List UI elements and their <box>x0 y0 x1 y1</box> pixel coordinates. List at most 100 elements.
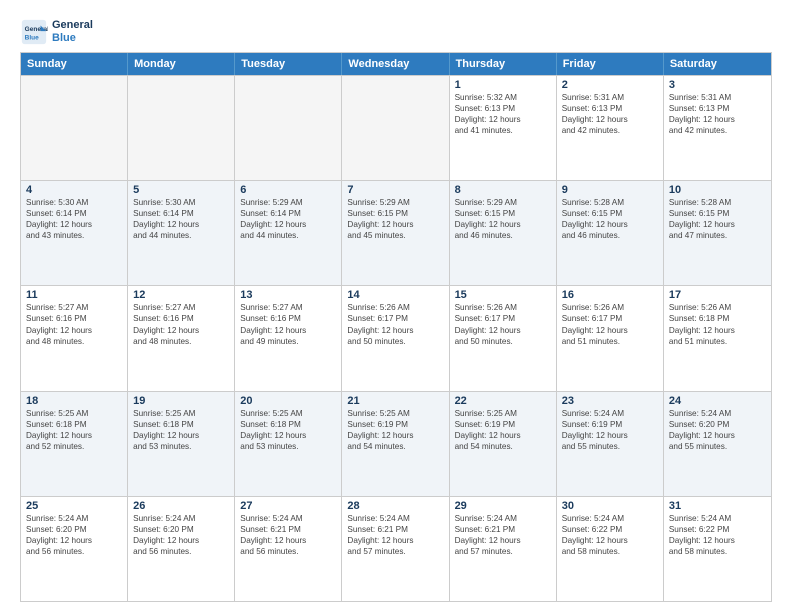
day-cell-1: 1Sunrise: 5:32 AM Sunset: 6:13 PM Daylig… <box>450 76 557 180</box>
day-info: Sunrise: 5:26 AM Sunset: 6:17 PM Dayligh… <box>562 302 658 346</box>
day-cell-6: 6Sunrise: 5:29 AM Sunset: 6:14 PM Daylig… <box>235 181 342 285</box>
day-info: Sunrise: 5:27 AM Sunset: 6:16 PM Dayligh… <box>240 302 336 346</box>
day-info: Sunrise: 5:28 AM Sunset: 6:15 PM Dayligh… <box>669 197 766 241</box>
day-number: 18 <box>26 395 122 407</box>
empty-cell <box>21 76 128 180</box>
day-info: Sunrise: 5:25 AM Sunset: 6:18 PM Dayligh… <box>133 408 229 452</box>
weekday-header-thursday: Thursday <box>450 53 557 75</box>
page: General Blue General Blue SundayMondayTu… <box>0 0 792 612</box>
day-cell-2: 2Sunrise: 5:31 AM Sunset: 6:13 PM Daylig… <box>557 76 664 180</box>
day-info: Sunrise: 5:32 AM Sunset: 6:13 PM Dayligh… <box>455 92 551 136</box>
day-number: 8 <box>455 184 551 196</box>
day-info: Sunrise: 5:24 AM Sunset: 6:20 PM Dayligh… <box>669 408 766 452</box>
day-cell-19: 19Sunrise: 5:25 AM Sunset: 6:18 PM Dayli… <box>128 392 235 496</box>
logo-icon: General Blue <box>20 18 48 46</box>
day-cell-10: 10Sunrise: 5:28 AM Sunset: 6:15 PM Dayli… <box>664 181 771 285</box>
day-info: Sunrise: 5:31 AM Sunset: 6:13 PM Dayligh… <box>669 92 766 136</box>
day-number: 6 <box>240 184 336 196</box>
day-cell-18: 18Sunrise: 5:25 AM Sunset: 6:18 PM Dayli… <box>21 392 128 496</box>
day-number: 16 <box>562 289 658 301</box>
cal-row-5: 25 Sunrise: 5:24 AM Sunset: 6:20 PM Dayli… <box>21 496 771 601</box>
day-info: Sunrise: 5:30 AM Sunset: 6:14 PM Dayligh… <box>133 197 229 241</box>
weekday-header-sunday: Sunday <box>21 53 128 75</box>
day-info: Sunrise: 5:24 AM Sunset: 6:22 PM Dayligh… <box>562 513 658 557</box>
day-cell-8: 8Sunrise: 5:29 AM Sunset: 6:15 PM Daylig… <box>450 181 557 285</box>
day-cell-15: 15Sunrise: 5:26 AM Sunset: 6:17 PM Dayli… <box>450 286 557 390</box>
day-number: 1 <box>455 79 551 91</box>
day-info: Sunrise: 5:24 AM Sunset: 6:21 PM Dayligh… <box>347 513 443 557</box>
day-number: 27 <box>240 500 336 512</box>
calendar-body: 1Sunrise: 5:32 AM Sunset: 6:13 PM Daylig… <box>21 75 771 601</box>
day-cell-31: 31Sunrise: 5:24 AM Sunset: 6:22 PM Dayli… <box>664 497 771 601</box>
day-cell-29: 29Sunrise: 5:24 AM Sunset: 6:21 PM Dayli… <box>450 497 557 601</box>
logo: General Blue General Blue <box>20 18 93 46</box>
day-cell-25: 25Sunrise: 5:24 AM Sunset: 6:20 PM Dayli… <box>21 497 128 601</box>
day-info: Sunrise: 5:25 AM Sunset: 6:19 PM Dayligh… <box>455 408 551 452</box>
day-cell-24: 24Sunrise: 5:24 AM Sunset: 6:20 PM Dayli… <box>664 392 771 496</box>
empty-cell <box>235 76 342 180</box>
day-number: 5 <box>133 184 229 196</box>
weekday-header-tuesday: Tuesday <box>235 53 342 75</box>
logo-text: General Blue <box>52 19 93 45</box>
day-cell-17: 17Sunrise: 5:26 AM Sunset: 6:18 PM Dayli… <box>664 286 771 390</box>
day-number: 11 <box>26 289 122 301</box>
empty-cell <box>128 76 235 180</box>
day-info: Sunrise: 5:26 AM Sunset: 6:17 PM Dayligh… <box>347 302 443 346</box>
day-info: Sunrise: 5:24 AM Sunset: 6:22 PM Dayligh… <box>669 513 766 557</box>
weekday-header-friday: Friday <box>557 53 664 75</box>
day-number: 29 <box>455 500 551 512</box>
day-cell-12: 12Sunrise: 5:27 AM Sunset: 6:16 PM Dayli… <box>128 286 235 390</box>
day-cell-7: 7Sunrise: 5:29 AM Sunset: 6:15 PM Daylig… <box>342 181 449 285</box>
day-cell-5: 5Sunrise: 5:30 AM Sunset: 6:14 PM Daylig… <box>128 181 235 285</box>
day-cell-14: 14Sunrise: 5:26 AM Sunset: 6:17 PM Dayli… <box>342 286 449 390</box>
day-info: Sunrise: 5:31 AM Sunset: 6:13 PM Dayligh… <box>562 92 658 136</box>
day-number: 15 <box>455 289 551 301</box>
day-cell-22: 22Sunrise: 5:25 AM Sunset: 6:19 PM Dayli… <box>450 392 557 496</box>
day-number: 26 <box>133 500 229 512</box>
day-cell-23: 23Sunrise: 5:24 AM Sunset: 6:19 PM Dayli… <box>557 392 664 496</box>
weekday-header-wednesday: Wednesday <box>342 53 449 75</box>
day-info: Sunrise: 5:24 AM Sunset: 6:20 PM Dayligh… <box>133 513 229 557</box>
day-info: Sunrise: 5:24 AM Sunset: 6:21 PM Dayligh… <box>455 513 551 557</box>
day-info: Sunrise: 5:26 AM Sunset: 6:17 PM Dayligh… <box>455 302 551 346</box>
day-cell-16: 16Sunrise: 5:26 AM Sunset: 6:17 PM Dayli… <box>557 286 664 390</box>
day-number: 28 <box>347 500 443 512</box>
weekday-header-saturday: Saturday <box>664 53 771 75</box>
day-info: Sunrise: 5:24 AM Sunset: 6:19 PM Dayligh… <box>562 408 658 452</box>
day-cell-9: 9Sunrise: 5:28 AM Sunset: 6:15 PM Daylig… <box>557 181 664 285</box>
day-info: Sunrise: 5:27 AM Sunset: 6:16 PM Dayligh… <box>26 302 122 346</box>
day-cell-27: 27Sunrise: 5:24 AM Sunset: 6:21 PM Dayli… <box>235 497 342 601</box>
day-number: 24 <box>669 395 766 407</box>
day-info: Sunrise: 5:30 AM Sunset: 6:14 PM Dayligh… <box>26 197 122 241</box>
day-cell-4: 4Sunrise: 5:30 AM Sunset: 6:14 PM Daylig… <box>21 181 128 285</box>
day-number: 3 <box>669 79 766 91</box>
day-number: 17 <box>669 289 766 301</box>
day-number: 20 <box>240 395 336 407</box>
day-info: Sunrise: 5:29 AM Sunset: 6:15 PM Dayligh… <box>455 197 551 241</box>
day-cell-3: 3Sunrise: 5:31 AM Sunset: 6:13 PM Daylig… <box>664 76 771 180</box>
cal-row-4: 18 Sunrise: 5:25 AM Sunset: 6:18 PM Dayli… <box>21 391 771 496</box>
day-number: 30 <box>562 500 658 512</box>
calendar: SundayMondayTuesdayWednesdayThursdayFrid… <box>20 52 772 602</box>
day-number: 31 <box>669 500 766 512</box>
svg-text:Blue: Blue <box>25 34 39 41</box>
day-number: 14 <box>347 289 443 301</box>
day-cell-30: 30Sunrise: 5:24 AM Sunset: 6:22 PM Dayli… <box>557 497 664 601</box>
day-cell-13: 13Sunrise: 5:27 AM Sunset: 6:16 PM Dayli… <box>235 286 342 390</box>
day-number: 10 <box>669 184 766 196</box>
day-cell-28: 28Sunrise: 5:24 AM Sunset: 6:21 PM Dayli… <box>342 497 449 601</box>
day-info: Sunrise: 5:29 AM Sunset: 6:15 PM Dayligh… <box>347 197 443 241</box>
day-cell-21: 21Sunrise: 5:25 AM Sunset: 6:19 PM Dayli… <box>342 392 449 496</box>
day-info: Sunrise: 5:26 AM Sunset: 6:18 PM Dayligh… <box>669 302 766 346</box>
day-number: 9 <box>562 184 658 196</box>
day-number: 4 <box>26 184 122 196</box>
empty-cell <box>342 76 449 180</box>
day-info: Sunrise: 5:28 AM Sunset: 6:15 PM Dayligh… <box>562 197 658 241</box>
day-number: 25 <box>26 500 122 512</box>
day-number: 19 <box>133 395 229 407</box>
day-info: Sunrise: 5:27 AM Sunset: 6:16 PM Dayligh… <box>133 302 229 346</box>
day-info: Sunrise: 5:25 AM Sunset: 6:18 PM Dayligh… <box>240 408 336 452</box>
calendar-header: SundayMondayTuesdayWednesdayThursdayFrid… <box>21 53 771 75</box>
day-number: 13 <box>240 289 336 301</box>
weekday-header-monday: Monday <box>128 53 235 75</box>
